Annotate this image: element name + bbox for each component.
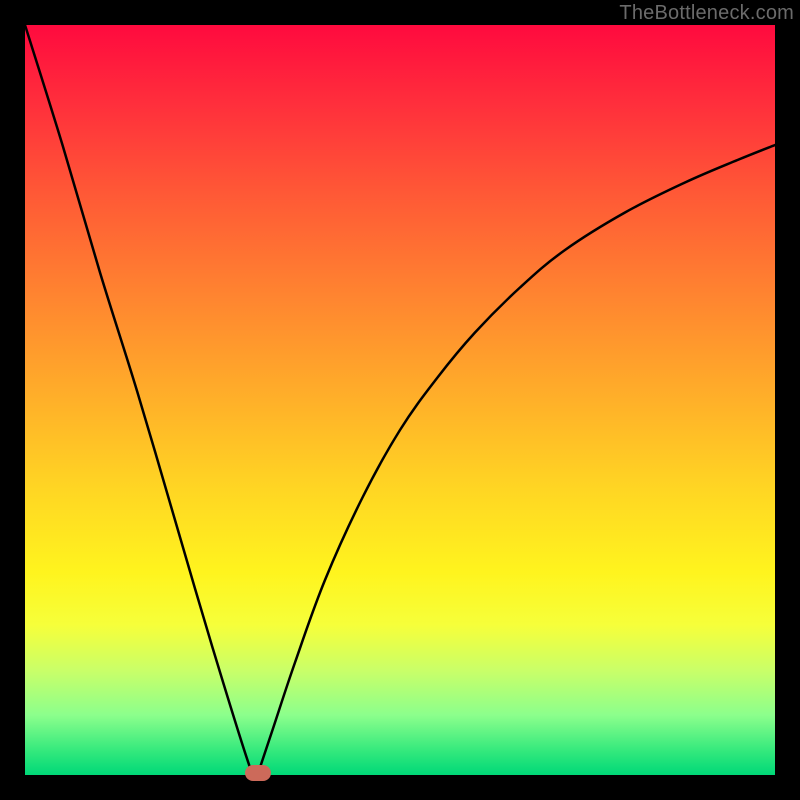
chart-frame: TheBottleneck.com [0, 0, 800, 800]
minimum-marker [245, 765, 271, 781]
plot-area [25, 25, 775, 775]
bottleneck-curve [25, 25, 775, 775]
curve-left-branch [25, 25, 258, 775]
attribution-text: TheBottleneck.com [619, 2, 794, 25]
curve-right-branch [258, 145, 776, 775]
